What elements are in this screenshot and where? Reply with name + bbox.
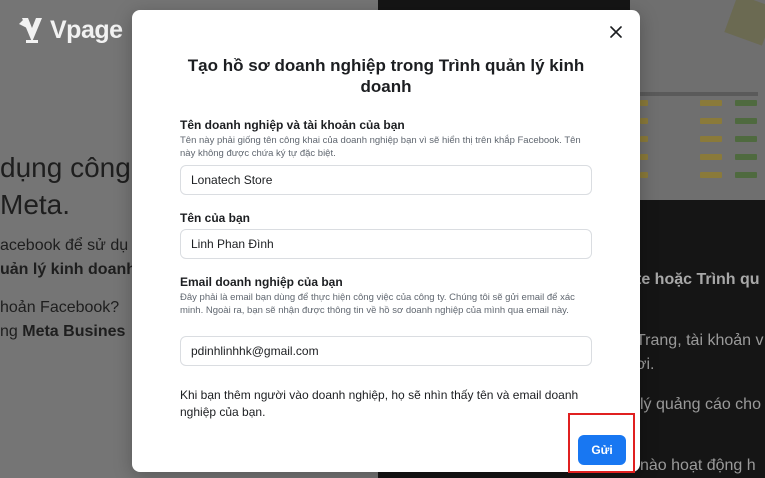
background-hero-line2: Meta. xyxy=(0,189,71,220)
background-paragraph-line4-bold: Meta Busines xyxy=(22,323,126,340)
background-paragraph-line4-prefix: ng xyxy=(0,323,23,340)
business-email-help: Đây phải là email bạn dùng để thực hiện … xyxy=(180,292,575,316)
close-icon xyxy=(610,26,622,38)
background-paragraph-line2: uản lý kinh doanh xyxy=(0,261,137,278)
business-name-help: Tên này phải giống tên công khai của doa… xyxy=(180,135,581,159)
dialog-title: Tạo hồ sơ doanh nghiệp trong Trình quản … xyxy=(187,56,585,96)
business-email-input[interactable] xyxy=(180,336,592,366)
dialog-footer-note: Khi bạn thêm người vào doanh nghiệp, họ … xyxy=(180,388,579,419)
business-email-label: Email doanh nghiệp của bạn xyxy=(180,275,343,289)
background-right-line3: lý quảng cáo cho xyxy=(640,396,761,413)
background-right-line4: nào hoạt động h xyxy=(640,457,756,474)
your-name-label: Tên của bạn xyxy=(180,211,251,225)
vpage-logo-icon xyxy=(19,18,42,43)
your-name-input[interactable] xyxy=(180,229,592,259)
background-right-line1: Trang, tài khoản v xyxy=(636,332,764,349)
background-paragraph-line3: hoản Facebook? xyxy=(0,299,120,316)
business-name-label: Tên doanh nghiệp và tài khoản của bạn xyxy=(180,118,405,132)
background-right-heading: te hoặc Trình qu xyxy=(636,271,760,288)
background-illustration xyxy=(630,0,765,200)
background-paragraph-line4: ng Meta Busines xyxy=(0,323,125,341)
background-paragraph-line1: acebook để sử dụ xyxy=(0,237,129,254)
vpage-logo: Vpage xyxy=(18,14,123,46)
close-button[interactable] xyxy=(606,22,626,42)
submit-button[interactable]: Gửi xyxy=(578,435,626,465)
background-hero-line1: dụng công xyxy=(0,152,131,183)
brand-name: Vpage xyxy=(50,15,123,44)
create-business-dialog: Tạo hồ sơ doanh nghiệp trong Trình quản … xyxy=(132,10,640,473)
business-name-input[interactable] xyxy=(180,165,592,195)
